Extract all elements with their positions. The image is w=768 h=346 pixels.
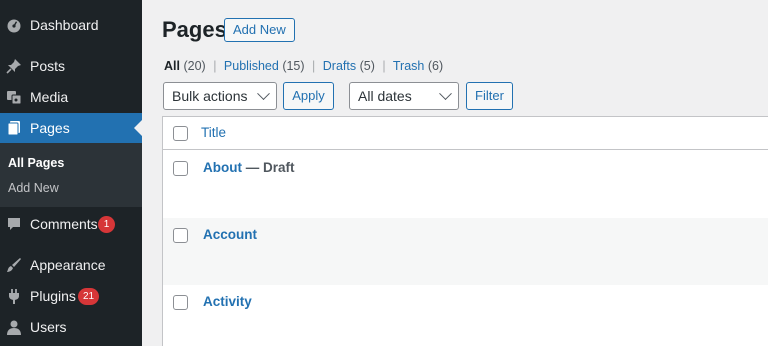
dates-filter-select[interactable]: All dates	[349, 82, 459, 110]
table-header: Title	[163, 117, 768, 150]
user-icon	[7, 320, 21, 335]
page-title-text[interactable]: About	[203, 160, 242, 175]
sidebar-item-label: Pages	[30, 120, 70, 136]
row-title-link[interactable]: About — Draft	[203, 160, 295, 175]
submenu-all-pages[interactable]: All Pages	[8, 156, 64, 170]
pages-table: Title About — Draft Account Activity	[162, 116, 768, 346]
comments-count-badge: 1	[98, 216, 115, 233]
row-checkbox[interactable]	[173, 295, 188, 310]
separator: |	[312, 59, 316, 73]
main-content: Pages Add New All (20) | Published (15) …	[142, 0, 768, 346]
comment-icon	[8, 218, 20, 230]
admin-sidebar: Dashboard Posts Media Pages All Pages Ad…	[0, 0, 142, 346]
row-title-link[interactable]: Account	[203, 227, 257, 242]
pages-icon	[7, 121, 20, 136]
bulk-actions-select[interactable]: Bulk actions	[163, 82, 277, 110]
table-row: Account	[163, 218, 768, 285]
sidebar-item-label: Dashboard	[30, 17, 99, 33]
add-new-button[interactable]: Add New	[224, 18, 295, 42]
row-checkbox[interactable]	[173, 161, 188, 176]
pages-submenu: All Pages Add New	[0, 143, 142, 207]
filter-button[interactable]: Filter	[466, 82, 513, 110]
column-title-header[interactable]: Title	[201, 125, 226, 140]
sidebar-item-label: Comments	[30, 216, 98, 232]
select-all-checkbox[interactable]	[173, 126, 188, 141]
paintbrush-icon	[7, 258, 21, 272]
chevron-down-icon	[439, 87, 452, 101]
media-icon	[7, 91, 22, 105]
sidebar-item-comments[interactable]: Comments 1	[0, 209, 142, 239]
sidebar-item-users[interactable]: Users	[0, 312, 142, 342]
separator: |	[213, 59, 217, 73]
sidebar-item-posts[interactable]: Posts	[0, 51, 142, 81]
filter-all-count: (20)	[183, 59, 206, 73]
filter-trash-count: (6)	[427, 59, 444, 73]
submenu-add-new[interactable]: Add New	[8, 181, 59, 195]
table-row: Activity	[163, 285, 768, 346]
sidebar-item-label: Posts	[30, 58, 66, 74]
row-checkbox[interactable]	[173, 228, 188, 243]
filter-published[interactable]: Published	[224, 59, 279, 73]
sidebar-item-plugins[interactable]: Plugins 21	[0, 281, 142, 311]
sidebar-item-media[interactable]: Media	[0, 82, 142, 112]
sidebar-item-label: Plugins	[30, 288, 76, 304]
post-state: — Draft	[241, 160, 295, 175]
bulk-actions-value: Bulk actions	[172, 88, 248, 104]
filter-trash[interactable]: Trash	[393, 59, 425, 73]
filter-published-count: (15)	[282, 59, 305, 73]
sidebar-item-pages[interactable]: Pages	[0, 113, 142, 143]
chevron-down-icon	[257, 87, 270, 101]
dashboard-icon	[7, 19, 21, 33]
plugin-icon	[9, 289, 19, 304]
filter-drafts-count: (5)	[359, 59, 375, 73]
filter-drafts[interactable]: Drafts	[323, 59, 356, 73]
sidebar-item-appearance[interactable]: Appearance	[0, 250, 142, 280]
sidebar-item-label: Media	[30, 89, 69, 105]
sidebar-item-dashboard[interactable]: Dashboard	[0, 10, 142, 40]
page-title: Pages	[162, 17, 227, 42]
sidebar-item-label: Users	[30, 319, 67, 335]
sidebar-item-label: Appearance	[30, 257, 106, 273]
plugins-count-badge: 21	[78, 288, 100, 305]
pin-icon	[6, 59, 21, 74]
filter-all[interactable]: All	[164, 59, 180, 73]
row-title-link[interactable]: Activity	[203, 294, 252, 309]
separator: |	[382, 59, 386, 73]
dates-filter-value: All dates	[358, 88, 412, 104]
apply-button[interactable]: Apply	[283, 82, 334, 110]
status-filter-links: All (20) | Published (15) | Drafts (5) |…	[164, 59, 443, 73]
table-row: About — Draft	[163, 151, 768, 218]
